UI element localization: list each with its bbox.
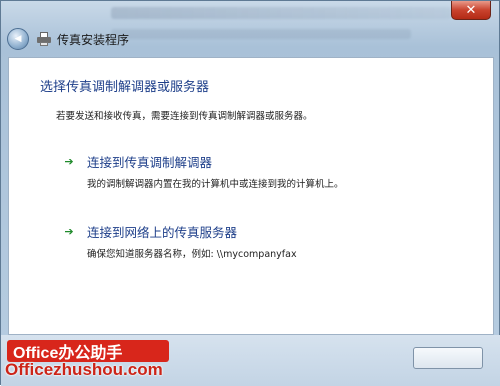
instruction-text: 若要发送和接收传真，需要连接到传真调制解调器或服务器。 xyxy=(56,111,313,122)
close-icon: ✕ xyxy=(465,2,477,18)
option-fax-server-title[interactable]: 连接到网络上的传真服务器 xyxy=(87,222,237,241)
watermark-badge: Office办公助手 xyxy=(7,340,169,362)
option-fax-modem-title[interactable]: 连接到传真调制解调器 xyxy=(87,152,212,171)
close-button[interactable]: ✕ xyxy=(451,1,491,20)
page-heading: 选择传真调制解调器或服务器 xyxy=(40,80,210,95)
back-arrow-icon: ◀ xyxy=(14,33,22,44)
option-fax-server[interactable]: ➔ 连接到网络上的传真服务器 确保您知道服务器名称，例如: \\mycompan… xyxy=(63,222,483,260)
window-frame: ✕ ◀ 传真安装程序 选择传真调制解调器或服务器 若要发送和接收传真，需要连接到… xyxy=(0,0,500,386)
wizard-nav-bar: ◀ 传真安装程序 xyxy=(7,25,495,53)
option-fax-modem-description: 我的调制解调器内置在我的计算机中或连接到我的计算机上。 xyxy=(87,179,344,190)
cancel-button[interactable] xyxy=(413,347,483,369)
back-button[interactable]: ◀ xyxy=(7,28,29,50)
option-fax-server-description: 确保您知道服务器名称，例如: \\mycompanyfax xyxy=(87,249,297,260)
fax-printer-icon xyxy=(37,32,51,46)
green-arrow-icon: ➔ xyxy=(64,225,74,238)
wizard-content: 选择传真调制解调器或服务器 若要发送和接收传真，需要连接到传真调制解调器或服务器… xyxy=(8,57,494,335)
wizard-title: 传真安装程序 xyxy=(57,32,130,47)
green-arrow-icon: ➔ xyxy=(64,155,74,168)
watermark-url: Officezhushou.com xyxy=(5,360,163,379)
option-fax-modem[interactable]: ➔ 连接到传真调制解调器 我的调制解调器内置在我的计算机中或连接到我的计算机上。 xyxy=(63,152,483,190)
titlebar-blurred xyxy=(111,7,451,19)
